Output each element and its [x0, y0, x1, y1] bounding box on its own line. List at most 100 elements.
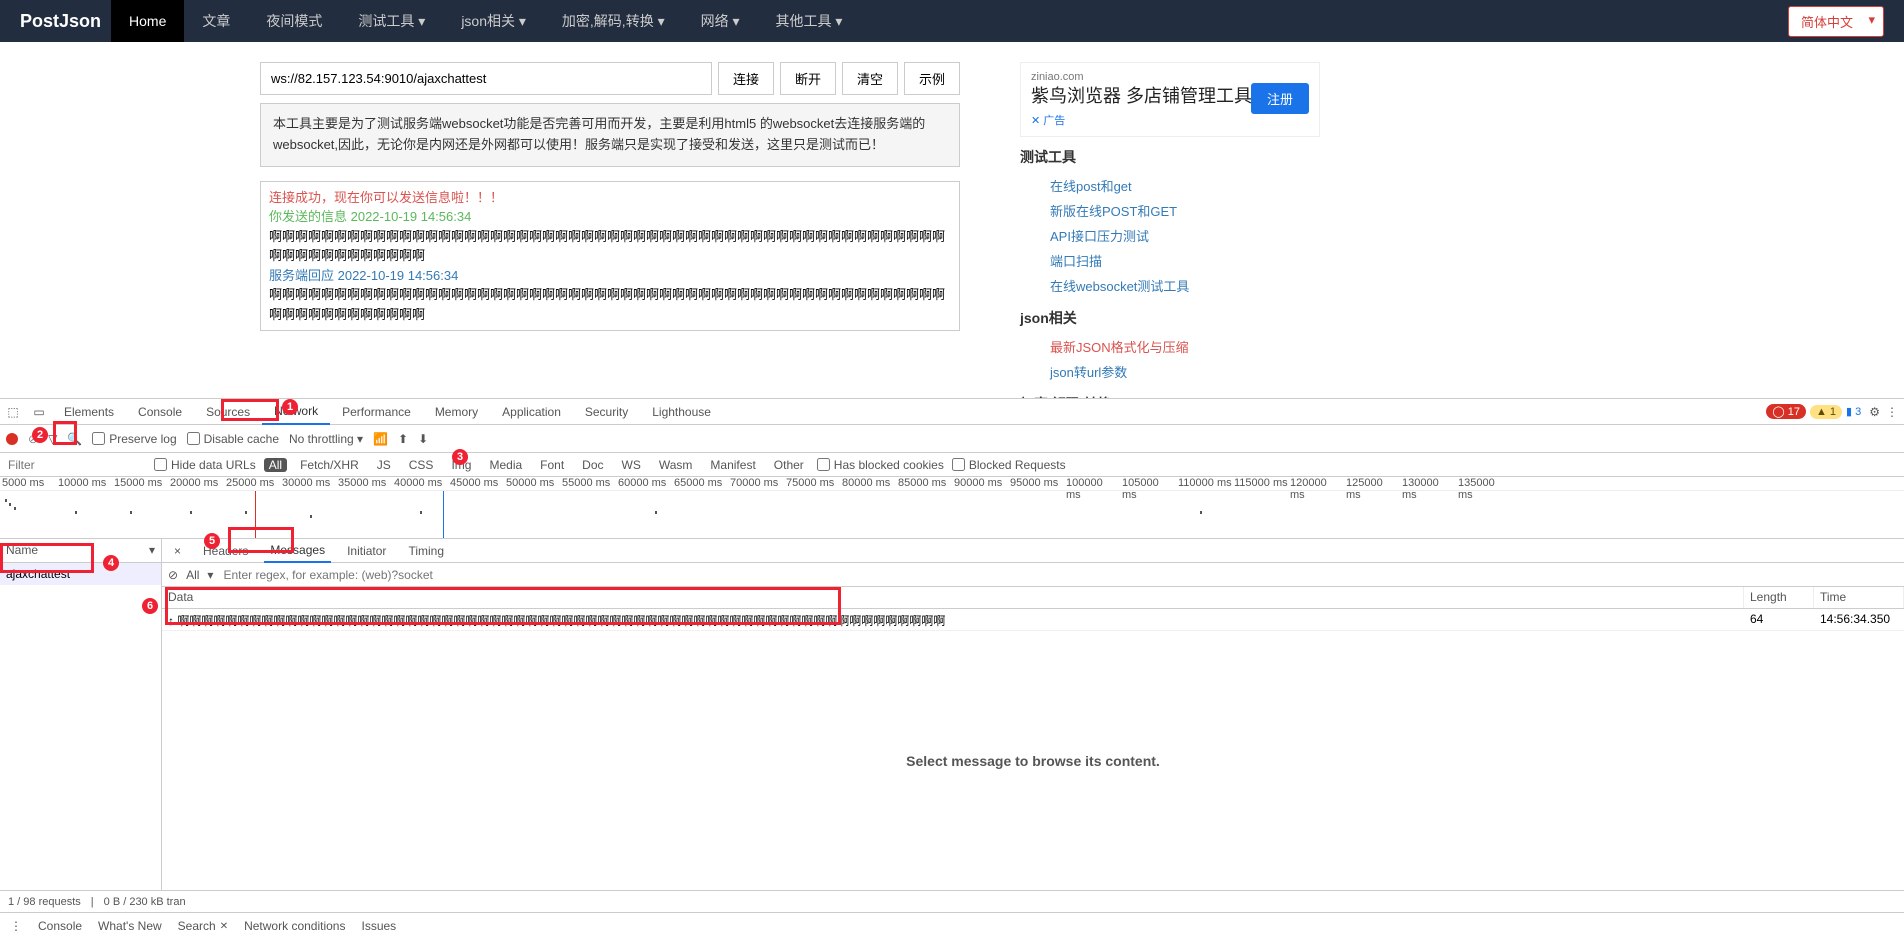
- preserve-log-check[interactable]: Preserve log: [92, 432, 176, 446]
- side-link[interactable]: json转url参数: [1020, 359, 1320, 384]
- error-badge[interactable]: ◯ 17: [1766, 404, 1806, 419]
- sort-icon[interactable]: ▾: [149, 543, 155, 558]
- network-timeline[interactable]: 5000 ms10000 ms15000 ms20000 ms25000 ms3…: [0, 477, 1904, 539]
- drawer-search[interactable]: Search: [178, 919, 216, 933]
- ad-block[interactable]: ziniao.com 紫鸟浏览器 多店铺管理工具 注册 ✕ 广告: [1020, 62, 1320, 137]
- nav-articles[interactable]: 文章: [184, 0, 248, 42]
- request-name-column: Name ▾ ajaxchattest: [0, 539, 162, 890]
- tab-console[interactable]: Console: [126, 399, 194, 425]
- filter-doc[interactable]: Doc: [577, 458, 608, 472]
- ad-tag[interactable]: ✕ 广告: [1031, 112, 1309, 128]
- brand[interactable]: PostJson: [20, 11, 101, 32]
- tab-lighthouse[interactable]: Lighthouse: [640, 399, 723, 425]
- drawer-console[interactable]: Console: [38, 919, 82, 933]
- info-badge[interactable]: ▮ 3: [1846, 405, 1861, 418]
- network-status-bar: 1 / 98 requests | 0 B / 230 kB tran: [0, 891, 1904, 913]
- connect-button[interactable]: 连接: [718, 62, 774, 95]
- nav-night[interactable]: 夜间模式: [248, 0, 340, 42]
- drawer-whatsnew[interactable]: What's New: [98, 919, 162, 933]
- msg-filter-dropdown-icon[interactable]: ▾: [207, 568, 213, 582]
- col-data-header[interactable]: Data: [162, 587, 1744, 608]
- lang-select[interactable]: 简体中文: [1788, 6, 1884, 37]
- request-item-ajaxchattest[interactable]: ajaxchattest: [0, 563, 161, 585]
- subtab-initiator[interactable]: Initiator: [341, 539, 392, 563]
- side-link[interactable]: 端口扫描: [1020, 248, 1320, 273]
- drawer-netcond[interactable]: Network conditions: [244, 919, 345, 933]
- side-link[interactable]: API接口压力测试: [1020, 223, 1320, 248]
- nav-network[interactable]: 网络 ▾: [683, 0, 758, 42]
- ws-message-row[interactable]: ↑ 啊啊啊啊啊啊啊啊啊啊啊啊啊啊啊啊啊啊啊啊啊啊啊啊啊啊啊啊啊啊啊啊啊啊啊啊啊啊…: [162, 609, 1904, 631]
- devtools-panel: ⬚ ▭ Elements Console Sources Network Per…: [0, 398, 1904, 939]
- tab-memory[interactable]: Memory: [423, 399, 490, 425]
- download-icon[interactable]: ⬇: [418, 432, 428, 446]
- tab-elements[interactable]: Elements: [52, 399, 126, 425]
- tab-application[interactable]: Application: [490, 399, 573, 425]
- col-length-header[interactable]: Length: [1744, 587, 1814, 608]
- filter-css[interactable]: CSS: [404, 458, 439, 472]
- subtab-headers[interactable]: Headers: [197, 539, 254, 563]
- filter-input[interactable]: [6, 456, 146, 474]
- subtab-messages[interactable]: Messages: [264, 539, 331, 563]
- more-icon[interactable]: ⋮: [1886, 405, 1898, 419]
- blocked-requests-check[interactable]: Blocked Requests: [952, 458, 1066, 472]
- msg-filter-all[interactable]: All: [186, 568, 199, 582]
- wifi-icon[interactable]: 📶: [373, 432, 388, 446]
- clear-button[interactable]: 清空: [842, 62, 898, 95]
- side-link[interactable]: 新版在线POST和GET: [1020, 198, 1320, 223]
- tool-description: 本工具主要是为了测试服务端websocket功能是否完善可用而开发，主要是利用h…: [260, 103, 960, 167]
- upload-icon[interactable]: ⬆: [398, 432, 408, 446]
- close-icon[interactable]: ✕: [220, 921, 228, 932]
- log-output: 连接成功，现在你可以发送信息啦！！！ 你发送的信息 2022-10-19 14:…: [260, 181, 960, 332]
- disconnect-button[interactable]: 断开: [780, 62, 836, 95]
- msg-regex-input[interactable]: [221, 566, 1898, 584]
- tab-network[interactable]: Network: [262, 399, 330, 425]
- throttle-select[interactable]: No throttling ▾: [289, 432, 363, 446]
- disable-cache-check[interactable]: Disable cache: [187, 432, 279, 446]
- side-link[interactable]: 在线websocket测试工具: [1020, 273, 1320, 298]
- tab-sources[interactable]: Sources: [194, 399, 262, 425]
- filter-js[interactable]: JS: [372, 458, 396, 472]
- ad-register-button[interactable]: 注册: [1251, 83, 1309, 114]
- nav-crypto[interactable]: 加密,解码,转换 ▾: [544, 0, 683, 42]
- subtab-timing[interactable]: Timing: [402, 539, 450, 563]
- msg-data: ↑ 啊啊啊啊啊啊啊啊啊啊啊啊啊啊啊啊啊啊啊啊啊啊啊啊啊啊啊啊啊啊啊啊啊啊啊啊啊啊…: [162, 609, 1744, 630]
- filter-other[interactable]: Other: [769, 458, 809, 472]
- side-link[interactable]: 在线post和get: [1020, 173, 1320, 198]
- filter-manifest[interactable]: Manifest: [705, 458, 760, 472]
- filter-all[interactable]: All: [264, 458, 287, 472]
- tab-security[interactable]: Security: [573, 399, 640, 425]
- drawer-more-icon[interactable]: ⋮: [10, 919, 22, 933]
- search-icon[interactable]: 🔍: [67, 432, 82, 446]
- hide-data-urls-check[interactable]: Hide data URLs: [154, 458, 256, 472]
- filter-fetch[interactable]: Fetch/XHR: [295, 458, 364, 472]
- clear-icon[interactable]: ⊘: [28, 432, 38, 446]
- gear-icon[interactable]: ⚙: [1869, 405, 1880, 419]
- devtools-drawer: ⋮ Console What's New Search ✕ Network con…: [0, 913, 1904, 939]
- name-header[interactable]: Name: [6, 543, 38, 558]
- nav-home[interactable]: Home: [111, 0, 184, 42]
- ws-url-input[interactable]: [260, 62, 712, 95]
- filter-media[interactable]: Media: [484, 458, 527, 472]
- clear-messages-icon[interactable]: ⊘: [168, 568, 178, 582]
- nav-test-tools[interactable]: 测试工具 ▾: [340, 0, 443, 42]
- tab-performance[interactable]: Performance: [330, 399, 423, 425]
- blocked-cookies-check[interactable]: Has blocked cookies: [817, 458, 944, 472]
- warn-badge[interactable]: ▲ 1: [1810, 405, 1842, 419]
- filter-wasm[interactable]: Wasm: [654, 458, 698, 472]
- log-connected: 连接成功，现在你可以发送信息啦！！！: [269, 188, 951, 208]
- filter-icon[interactable]: ▽: [48, 432, 57, 446]
- record-icon[interactable]: [6, 433, 18, 445]
- sample-button[interactable]: 示例: [904, 62, 960, 95]
- close-detail-icon[interactable]: ×: [168, 539, 187, 563]
- side-link[interactable]: 最新JSON格式化与压缩: [1020, 334, 1320, 359]
- ad-domain: ziniao.com: [1031, 71, 1309, 83]
- filter-font[interactable]: Font: [535, 458, 569, 472]
- device-icon[interactable]: ▭: [26, 405, 52, 419]
- filter-img[interactable]: Img: [446, 458, 476, 472]
- col-time-header[interactable]: Time: [1814, 587, 1904, 608]
- inspect-icon[interactable]: ⬚: [0, 405, 26, 419]
- nav-other[interactable]: 其他工具 ▾: [758, 0, 861, 42]
- nav-json[interactable]: json相关 ▾: [443, 0, 544, 42]
- drawer-issues[interactable]: Issues: [361, 919, 396, 933]
- filter-ws[interactable]: WS: [617, 458, 646, 472]
